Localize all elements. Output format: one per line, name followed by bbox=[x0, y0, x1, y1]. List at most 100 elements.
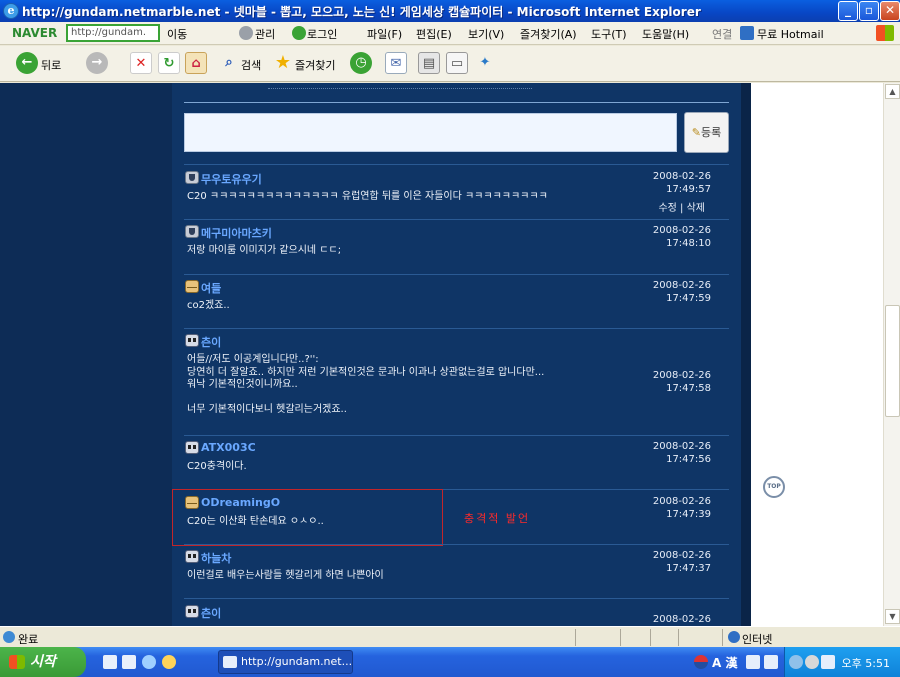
close-button[interactable]: ✕ bbox=[880, 1, 900, 21]
quicklaunch-icon[interactable] bbox=[122, 655, 136, 669]
home-icon[interactable]: ⌂ bbox=[185, 52, 207, 74]
login-button[interactable]: 로그인 bbox=[307, 26, 337, 42]
comment-nickname[interactable]: 메구미아마츠키 bbox=[201, 225, 272, 241]
scroll-to-top-button[interactable]: TOP bbox=[763, 476, 785, 498]
comment-nickname[interactable]: 무우토유우기 bbox=[201, 171, 262, 187]
ie-window-icon bbox=[223, 656, 237, 668]
back-button[interactable]: 뒤로 bbox=[41, 57, 61, 73]
page-icon bbox=[3, 631, 15, 643]
comments-panel: ✎등록 무우토유우기 C20 ㅋㅋㅋㅋㅋㅋㅋㅋㅋㅋㅋㅋㅋㅋ 유럽연합 뒤를 이은… bbox=[172, 83, 741, 626]
comment-text: 어들//저도 이공계입니다만..?'': 당연히 더 잘알죠.. 하지만 저런 … bbox=[187, 354, 545, 415]
comment-nickname[interactable]: 츤이 bbox=[201, 605, 221, 621]
comment-separator bbox=[184, 164, 729, 165]
messenger-icon[interactable]: ✦ bbox=[474, 52, 496, 74]
comment-date: 2008-02-26 bbox=[652, 225, 711, 236]
status-divider bbox=[575, 629, 576, 646]
comment-text: 저랑 마이룸 이미지가 같으시네 ㄷㄷ; bbox=[187, 245, 342, 256]
monitor-icon[interactable] bbox=[821, 655, 835, 669]
maximize-button[interactable]: ▫ bbox=[859, 1, 879, 21]
minimize-button[interactable]: _ bbox=[838, 1, 858, 21]
naver-logo[interactable]: NAVER bbox=[12, 26, 57, 40]
refresh-icon[interactable]: ↻ bbox=[158, 52, 180, 74]
comment-nickname[interactable]: 하늘차 bbox=[201, 550, 231, 566]
back-arrow-icon[interactable]: ← bbox=[16, 52, 38, 74]
scroll-down-arrow-icon[interactable]: ▼ bbox=[885, 609, 900, 624]
menu-favorites[interactable]: 즐겨찾기(A) bbox=[520, 26, 577, 42]
favorites-button[interactable]: 즐겨찾기 bbox=[295, 57, 335, 73]
comment-date: 2008-02-26 bbox=[652, 614, 711, 625]
korean-flag-icon[interactable] bbox=[694, 655, 708, 669]
status-divider bbox=[650, 629, 651, 646]
page-right-margin bbox=[751, 83, 883, 626]
pencil-icon: ✎ bbox=[691, 126, 701, 139]
menu-edit[interactable]: 편집(E) bbox=[416, 26, 452, 42]
volume-icon[interactable] bbox=[805, 655, 819, 669]
history-icon[interactable]: ◷ bbox=[350, 52, 372, 74]
quicklaunch-icon[interactable] bbox=[103, 655, 117, 669]
security-zone: 인터넷 bbox=[742, 633, 773, 646]
edit-icon[interactable]: ▭ bbox=[446, 52, 468, 74]
menu-tools[interactable]: 도구(T) bbox=[591, 26, 627, 42]
status-divider bbox=[678, 629, 679, 646]
web-page: ✎등록 무우토유우기 C20 ㅋㅋㅋㅋㅋㅋㅋㅋㅋㅋㅋㅋㅋㅋ 유럽연합 뒤를 이은… bbox=[0, 83, 883, 626]
comment-nickname[interactable]: ATX003C bbox=[201, 441, 256, 454]
comment-separator bbox=[184, 435, 729, 436]
comment-text: 이런걸로 배우는사람들 헷갈리게 하면 나쁜아이 bbox=[187, 570, 384, 581]
menu-view[interactable]: 보기(V) bbox=[468, 26, 504, 42]
face-icon bbox=[185, 550, 199, 563]
comment-date: 2008-02-26 bbox=[652, 171, 711, 182]
scrollbar-thumb[interactable] bbox=[885, 305, 900, 417]
comment-input[interactable] bbox=[184, 113, 677, 152]
face-icon bbox=[185, 605, 199, 618]
status-bar: 완료 인터넷 bbox=[0, 626, 900, 647]
comment-time: 17:48:10 bbox=[666, 238, 711, 249]
quicklaunch-ie-icon[interactable] bbox=[142, 655, 156, 669]
links-label[interactable]: 연결 bbox=[712, 26, 732, 42]
standard-toolbar: ← 뒤로 → ✕ ↻ ⌂ ⌕ 검색 ★ 즐겨찾기 ◷ ✉ ▤ ▭ ✦ bbox=[0, 46, 900, 82]
scroll-up-arrow-icon[interactable]: ▲ bbox=[885, 84, 900, 99]
comment-separator bbox=[184, 544, 729, 545]
ime-tool-icon[interactable] bbox=[764, 655, 778, 669]
network-icon[interactable] bbox=[789, 655, 803, 669]
ime-indicator[interactable]: A 漢 bbox=[712, 654, 737, 671]
ime-pad-icon[interactable] bbox=[746, 655, 760, 669]
edit-delete-links[interactable]: 수정 | 삭제 bbox=[658, 199, 705, 214]
shield-icon bbox=[185, 225, 199, 238]
menu-help[interactable]: 도움말(H) bbox=[642, 26, 689, 42]
naver-address-field[interactable]: http://gundam. bbox=[66, 24, 160, 42]
envelope-icon bbox=[185, 280, 199, 293]
go-button[interactable]: 이동 bbox=[167, 26, 187, 42]
stop-icon[interactable]: ✕ bbox=[130, 52, 152, 74]
comment-separator bbox=[184, 274, 729, 275]
forward-arrow-icon[interactable]: → bbox=[86, 52, 108, 74]
comment-nickname[interactable]: 여들 bbox=[201, 280, 221, 296]
comment-time: 17:47:56 bbox=[666, 454, 711, 465]
manage-button[interactable]: 관리 bbox=[255, 26, 275, 42]
search-button[interactable]: 검색 bbox=[241, 57, 261, 73]
register-button[interactable]: ✎등록 bbox=[684, 112, 729, 153]
comment-time: 17:47:59 bbox=[666, 293, 711, 304]
star-icon[interactable]: ★ bbox=[272, 52, 294, 74]
windows-flag-icon bbox=[9, 655, 25, 669]
menu-file[interactable]: 파일(F) bbox=[367, 26, 402, 42]
taskbar-ie-window[interactable]: http://gundam.net... bbox=[218, 650, 353, 674]
hotmail-icon bbox=[740, 26, 754, 40]
window-title: http://gundam.netmarble.net - 넷마블 - 뽑고, … bbox=[22, 5, 701, 19]
print-icon[interactable]: ▤ bbox=[418, 52, 440, 74]
comment-separator bbox=[184, 598, 729, 599]
quicklaunch-media-icon[interactable] bbox=[162, 655, 176, 669]
vertical-scrollbar[interactable]: ▲ ▼ bbox=[883, 83, 900, 626]
hotmail-link[interactable]: 무료 Hotmail bbox=[757, 26, 824, 42]
mail-icon[interactable]: ✉ bbox=[385, 52, 407, 74]
comment-date: 2008-02-26 bbox=[652, 370, 711, 381]
taskbar-task-label: http://gundam.net... bbox=[241, 655, 353, 668]
comment-nickname[interactable]: 츤이 bbox=[201, 334, 221, 350]
comment-time: 17:47:58 bbox=[666, 383, 711, 394]
taskbar: 시작 http://gundam.net... A 漢 오후 5:51 bbox=[0, 647, 900, 677]
status-text: 완료 bbox=[18, 633, 39, 646]
status-divider bbox=[722, 629, 723, 646]
browser-window: e http://gundam.netmarble.net - 넷마블 - 뽑고… bbox=[0, 0, 900, 677]
start-button[interactable]: 시작 bbox=[0, 647, 86, 677]
ie-icon: e bbox=[3, 3, 19, 19]
search-icon[interactable]: ⌕ bbox=[218, 52, 240, 74]
